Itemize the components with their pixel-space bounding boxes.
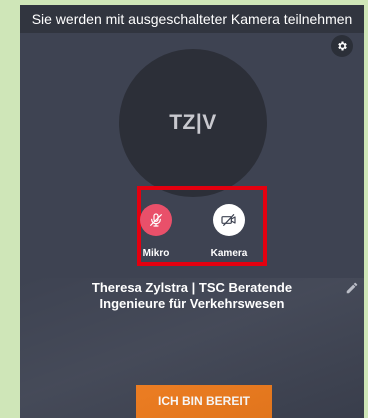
camera-off-icon xyxy=(221,214,236,226)
participant-name-line2: Ingenieure für Verkehrswesen xyxy=(99,296,285,311)
avatar-initials: TZ|V xyxy=(169,111,217,134)
camera-label: Kamera xyxy=(210,248,248,259)
mic-control: Mikro xyxy=(136,204,176,260)
mic-label: Mikro xyxy=(142,248,170,259)
settings-button[interactable] xyxy=(331,35,353,57)
camera-control: Kamera xyxy=(209,204,249,260)
participant-name: Theresa Zylstra | TSC Beratende Ingenieu… xyxy=(50,280,334,312)
pencil-icon xyxy=(346,282,358,294)
camera-toggle-button[interactable] xyxy=(213,204,245,236)
camera-off-notice: Sie werden mit ausgeschalteter Kamera te… xyxy=(20,5,364,33)
avatar: TZ|V xyxy=(119,49,267,197)
ready-button[interactable]: ICH BIN BEREIT xyxy=(136,385,272,418)
participant-name-line1: Theresa Zylstra | TSC Beratende xyxy=(91,280,293,295)
edit-name-button[interactable] xyxy=(345,281,359,295)
pre-join-panel: Sie werden mit ausgeschalteter Kamera te… xyxy=(20,5,364,418)
gear-icon xyxy=(338,41,347,51)
mic-toggle-button[interactable] xyxy=(140,204,172,236)
microphone-off-icon xyxy=(150,213,162,227)
